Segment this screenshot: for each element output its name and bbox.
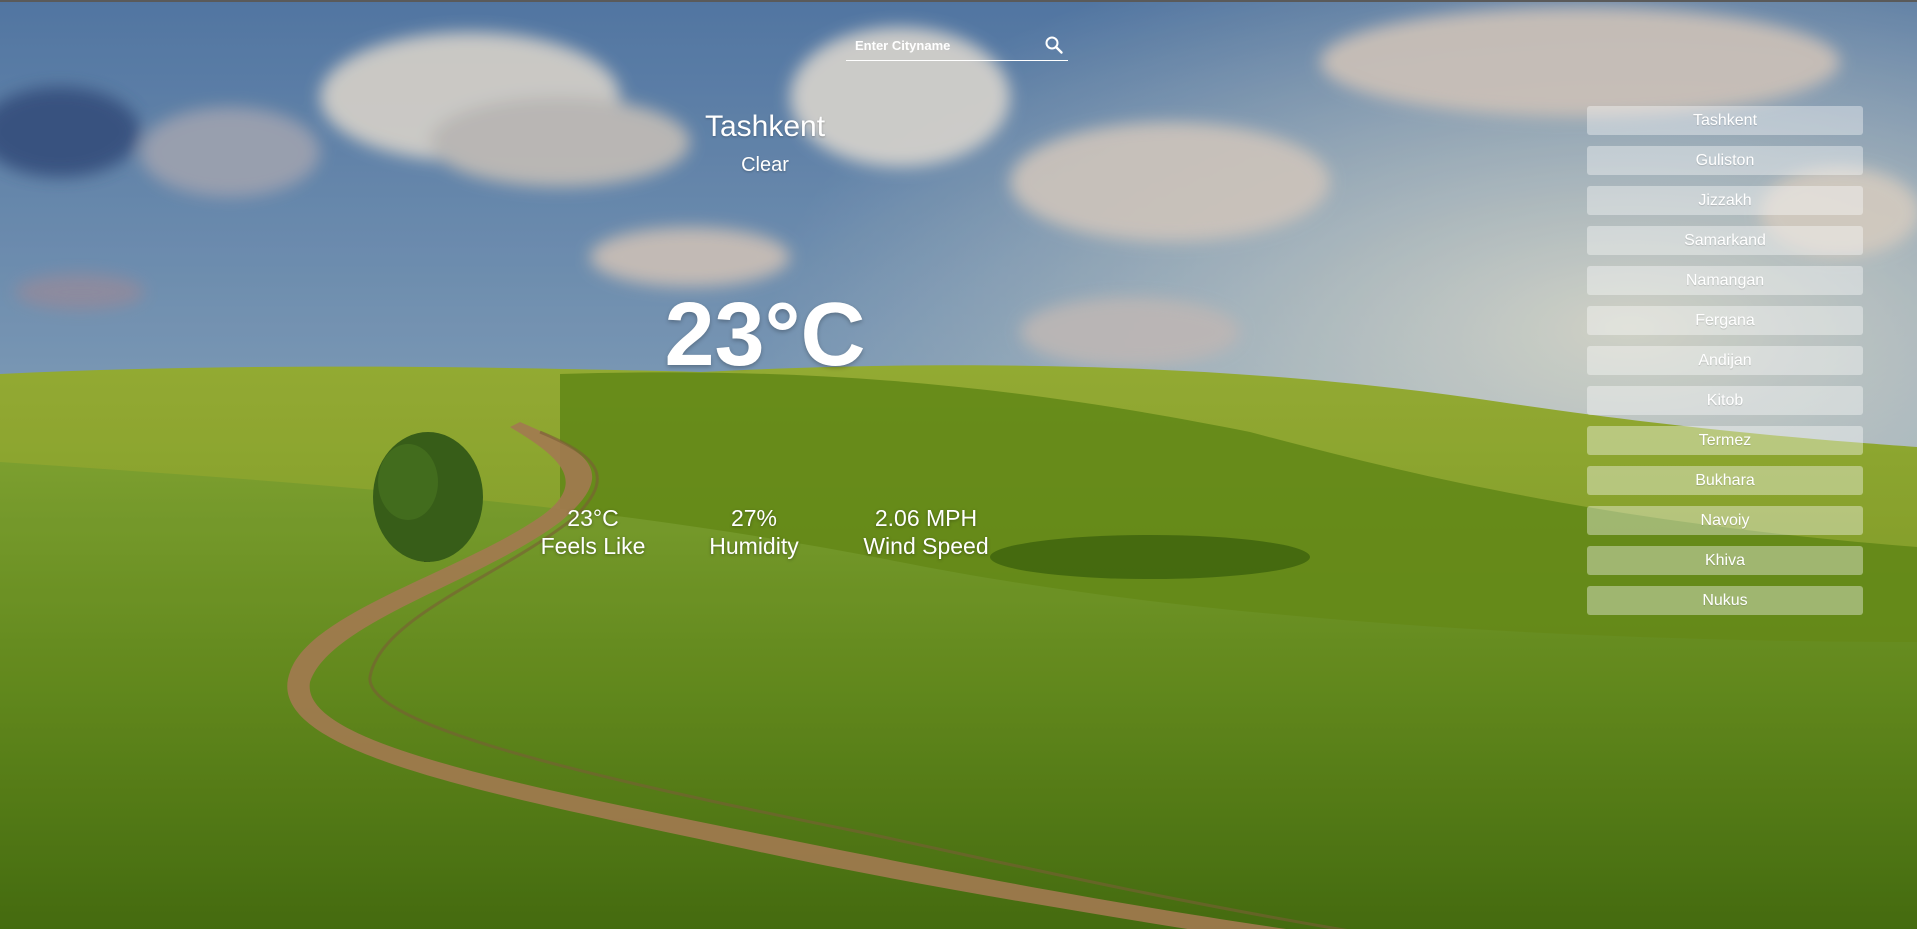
current-temperature: 23°C [664,285,866,385]
wind-speed-label: Wind Speed [863,533,989,559]
wind-speed-stat: 2.06 MPH Wind Speed [846,504,1006,560]
humidity-label: Humidity [709,533,799,559]
city-button-andijan[interactable]: Andijan [1587,346,1863,375]
city-button-jizzakh[interactable]: Jizzakh [1587,186,1863,215]
city-button-samarkand[interactable]: Samarkand [1587,226,1863,255]
search-icon [1045,36,1063,54]
city-button-nukus[interactable]: Nukus [1587,586,1863,615]
city-button-bukhara[interactable]: Bukhara [1587,466,1863,495]
feels-like-stat: 23°C Feels Like [520,504,666,560]
city-button-guliston[interactable]: Guliston [1587,146,1863,175]
feels-like-label: Feels Like [540,533,646,559]
city-button-termez[interactable]: Termez [1587,426,1863,455]
city-search-bar [846,30,1068,61]
city-button-kitob[interactable]: Kitob [1587,386,1863,415]
wind-speed-value: 2.06 MPH [874,505,978,531]
humidity-stat: 27% Humidity [690,504,818,560]
weather-app: Tashkent Clear 23°C 23°C Feels Like 27% … [0,0,1917,929]
city-button-navoiy[interactable]: Navoiy [1587,506,1863,535]
city-list: Tashkent Guliston Jizzakh Samarkand Nama… [1587,106,1863,626]
current-city-name: Tashkent [704,110,826,143]
feels-like-value: 23°C [567,505,619,531]
city-button-namangan[interactable]: Namangan [1587,266,1863,295]
city-button-tashkent[interactable]: Tashkent [1587,106,1863,135]
search-button[interactable] [1040,31,1068,59]
humidity-value: 27% [730,505,778,531]
city-search-input[interactable] [846,31,1040,59]
city-button-khiva[interactable]: Khiva [1587,546,1863,575]
city-button-fergana[interactable]: Fergana [1587,306,1863,335]
weather-condition: Clear [741,154,789,176]
